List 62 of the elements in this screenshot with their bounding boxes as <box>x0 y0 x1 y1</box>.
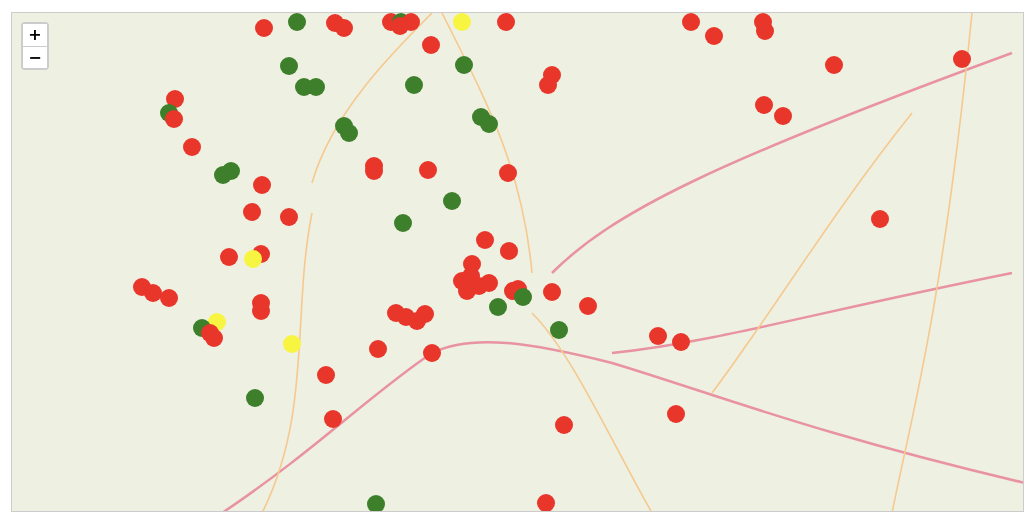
map-marker[interactable] <box>246 389 264 407</box>
map-marker[interactable] <box>539 76 557 94</box>
map-marker[interactable] <box>672 333 690 351</box>
map-marker[interactable] <box>499 164 517 182</box>
map-marker[interactable] <box>543 283 561 301</box>
map-marker[interactable] <box>480 274 498 292</box>
map-marker[interactable] <box>255 19 273 37</box>
map-tile[interactable]: + − <box>11 12 1024 512</box>
map-marker[interactable] <box>953 50 971 68</box>
map-marker[interactable] <box>394 214 412 232</box>
map-marker[interactable] <box>324 410 342 428</box>
map-marker[interactable] <box>682 13 700 31</box>
map-marker[interactable] <box>871 210 889 228</box>
map-marker[interactable] <box>476 231 494 249</box>
map-marker[interactable] <box>453 13 471 31</box>
map-marker[interactable] <box>458 282 476 300</box>
map-marker[interactable] <box>369 340 387 358</box>
map-marker[interactable] <box>455 56 473 74</box>
map-marker[interactable] <box>283 335 301 353</box>
map-marker[interactable] <box>220 248 238 266</box>
map-marker[interactable] <box>317 366 335 384</box>
map-marker[interactable] <box>555 416 573 434</box>
map-marker[interactable] <box>550 321 568 339</box>
map-marker[interactable] <box>405 76 423 94</box>
map-marker[interactable] <box>288 13 306 31</box>
map-marker[interactable] <box>423 344 441 362</box>
map-marker[interactable] <box>244 250 262 268</box>
map-marker[interactable] <box>243 203 261 221</box>
map-marker[interactable] <box>443 192 461 210</box>
map-marker[interactable] <box>667 405 685 423</box>
map-marker[interactable] <box>307 78 325 96</box>
map-marker[interactable] <box>514 288 532 306</box>
map-marker[interactable] <box>419 161 437 179</box>
map-marker[interactable] <box>579 297 597 315</box>
map-marker[interactable] <box>537 494 555 511</box>
map-marker[interactable] <box>755 96 773 114</box>
zoom-out-button[interactable]: − <box>23 46 47 68</box>
map-marker[interactable] <box>144 284 162 302</box>
map-marker[interactable] <box>183 138 201 156</box>
map-marker[interactable] <box>705 27 723 45</box>
map-marker[interactable] <box>489 298 507 316</box>
map-marker[interactable] <box>480 115 498 133</box>
map-marker[interactable] <box>214 166 232 184</box>
map-marker[interactable] <box>205 329 223 347</box>
map-marker[interactable] <box>335 19 353 37</box>
map-marker[interactable] <box>166 90 184 108</box>
map-marker[interactable] <box>367 495 385 511</box>
map-marker[interactable] <box>416 305 434 323</box>
map-marker[interactable] <box>422 36 440 54</box>
map-marker[interactable] <box>165 110 183 128</box>
map-marker[interactable] <box>160 289 178 307</box>
map-marker[interactable] <box>500 242 518 260</box>
map-marker[interactable] <box>253 176 271 194</box>
map-marker[interactable] <box>340 124 358 142</box>
map-marker[interactable] <box>649 327 667 345</box>
map-marker[interactable] <box>754 13 772 31</box>
map-marker[interactable] <box>497 13 515 31</box>
map-marker[interactable] <box>280 57 298 75</box>
map-marker[interactable] <box>280 208 298 226</box>
map-marker[interactable] <box>391 17 409 35</box>
map-marker[interactable] <box>774 107 792 125</box>
map-marker[interactable] <box>825 56 843 74</box>
